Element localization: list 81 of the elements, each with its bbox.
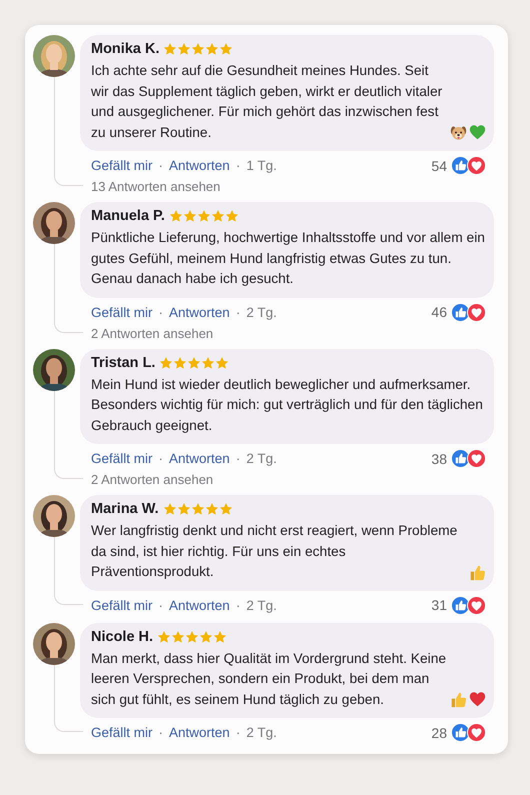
love-reaction-icon — [467, 302, 486, 322]
reaction-count: 28 — [431, 724, 447, 740]
reaction-count: 31 — [431, 597, 447, 613]
star-icon — [187, 356, 202, 370]
star-icon — [204, 502, 219, 516]
star-icon — [176, 502, 191, 516]
separator-dot: · — [158, 158, 164, 173]
like-reaction-icon — [451, 449, 470, 468]
view-replies-link[interactable]: 2 Antworten ansehen — [80, 468, 494, 487]
reply-link[interactable]: Antworten — [169, 158, 230, 173]
like-link[interactable]: Gefällt mir — [91, 451, 153, 466]
star-icon — [215, 356, 230, 370]
star-icon — [191, 42, 206, 56]
comment-text: Mein Hund ist wieder deutlich beweglicher und aufmerksamer. Besonders wichtig für mich: gut verträglich und für den täglichen Gebrauch geeignet. — [91, 376, 484, 435]
timestamp: 1 Tg. — [246, 158, 277, 173]
star-icon — [205, 42, 220, 56]
reply-link[interactable]: Antworten — [169, 725, 230, 740]
love-reaction-icon — [467, 156, 486, 175]
star-icon — [218, 502, 233, 516]
reaction-count: 38 — [431, 450, 447, 466]
author-name: Manuela P. — [91, 208, 165, 224]
reaction-count: 54 — [431, 158, 447, 174]
timestamp: 2 Tg. — [246, 304, 277, 320]
dog-icon — [450, 124, 467, 141]
star-icon — [162, 502, 177, 516]
separator-dot: · — [236, 304, 240, 320]
star-icon — [177, 42, 192, 56]
thumbs-up-icon — [469, 564, 486, 580]
timestamp: 2 Tg. — [246, 725, 277, 740]
star-icon — [173, 356, 188, 370]
star-icon — [171, 630, 186, 644]
separator-dot: · — [158, 451, 164, 466]
view-replies-link[interactable]: 2 Antworten ansehen — [80, 322, 494, 340]
separator-dot: · — [236, 598, 240, 612]
star-icon — [210, 209, 225, 223]
reply-link[interactable]: Antworten — [169, 451, 230, 466]
comment-text: Wer langfristig denkt und nicht erst reagiert, wenn Probleme da sind, ist hier richtig. Für uns ein echtes Präventionsprodukt. — [91, 522, 458, 581]
timestamp: 2 Tg. — [246, 451, 277, 466]
love-reaction-icon — [467, 723, 486, 742]
star-icon — [199, 630, 214, 644]
star-icon — [157, 630, 172, 644]
like-reaction-icon — [451, 156, 470, 175]
love-reaction-icon — [467, 596, 486, 614]
star-icon — [224, 209, 239, 223]
comment-text: Ich achte sehr auf die Gesundheit meines Hundes. Seit wir das Supplement täglich geben, wirkt er deutlich vitaler und ausgeglichener. Für mich gehört das inzwischen fest zu unserer Routine. — [91, 62, 444, 142]
separator-dot: · — [236, 158, 240, 173]
reaction-count: 46 — [431, 304, 447, 320]
star-icon — [213, 630, 228, 644]
author-name: Nicole H. — [91, 628, 154, 644]
author-name: Monika K. — [91, 41, 160, 57]
like-link[interactable]: Gefällt mir — [91, 598, 153, 612]
author-name: Marina W. — [91, 501, 159, 517]
star-icon — [159, 356, 174, 370]
reply-link[interactable]: Antworten — [169, 304, 230, 320]
timestamp: 2 Tg. — [246, 598, 277, 612]
love-reaction-icon — [467, 449, 486, 468]
like-reaction-icon — [451, 723, 470, 742]
thumbs-up-icon — [450, 691, 467, 708]
star-icon — [168, 209, 183, 223]
separator-dot: · — [158, 304, 164, 320]
comment-text: Pünktliche Lieferung, hochwertige Inhaltsstoffe und vor allem ein gutes Gefühl, meinem Hund langfristig etwas Gutes zu tun. Genau danach habe ich gesucht. — [91, 229, 486, 288]
separator-dot: · — [158, 725, 164, 740]
like-reaction-icon — [451, 596, 470, 614]
like-reaction-icon — [451, 302, 470, 322]
star-icon — [219, 42, 234, 56]
star-icon — [201, 356, 216, 370]
star-icon — [196, 209, 211, 223]
like-link[interactable]: Gefällt mir — [91, 304, 153, 320]
comment-text: Man merkt, dass hier Qualität im Vordergrund steht. Keine leeren Versprechen, sondern ein Produkt, bei dem man sich gut fühlt, es seinem Hund täglich zu geben. — [91, 650, 447, 709]
star-icon — [185, 630, 200, 644]
separator-dot: · — [158, 598, 164, 612]
separator-dot: · — [236, 451, 240, 466]
like-link[interactable]: Gefällt mir — [91, 725, 153, 740]
star-icon — [182, 209, 197, 223]
reply-link[interactable]: Antworten — [169, 598, 230, 612]
star-icon — [190, 502, 205, 516]
view-replies-link[interactable]: 13 Antworten ansehen — [80, 175, 494, 194]
separator-dot: · — [236, 725, 240, 740]
star-icon — [163, 42, 178, 56]
author-name: Tristan L. — [91, 354, 156, 370]
like-link[interactable]: Gefällt mir — [91, 158, 153, 173]
